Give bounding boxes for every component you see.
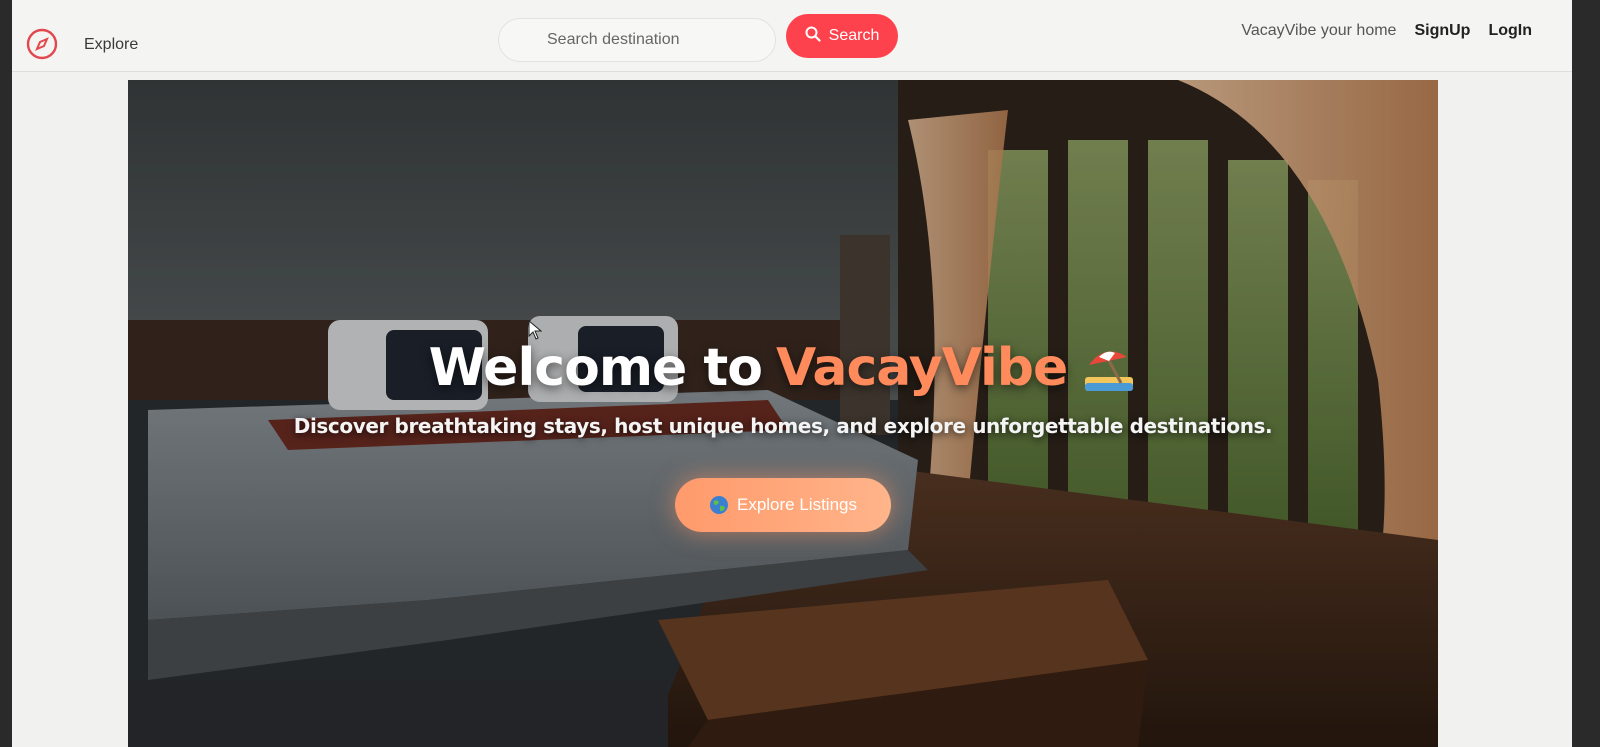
browser-viewport: Explore Search VacayVibe your home SignU… [12,0,1572,747]
mouse-cursor-icon [528,320,542,340]
hero-title-brand: VacayVibe [775,338,1068,398]
hero-content: Welcome to VacayVibe Discover breathtaki… [128,338,1438,532]
explore-listings-label: Explore Listings [736,495,857,514]
globe-icon [709,496,728,514]
beach-umbrella-icon [1085,351,1134,391]
search-icon [805,26,821,47]
hero-section: Welcome to VacayVibe Discover breathtaki… [128,80,1438,747]
nav-link-login[interactable]: LogIn [1488,22,1532,40]
nav-right-links: VacayVibe your home SignUp LogIn [1241,22,1532,40]
navbar: Explore Search VacayVibe your home SignU… [12,0,1572,72]
hero-subtitle: Discover breathtaking stays, host unique… [293,414,1273,438]
search-input[interactable] [498,18,776,62]
nav-link-host-home[interactable]: VacayVibe your home [1241,22,1396,40]
search-button[interactable]: Search [786,14,898,58]
explore-listings-button[interactable]: Explore Listings [674,478,891,532]
nav-link-signup[interactable]: SignUp [1414,22,1470,40]
hero-title: Welcome to VacayVibe [429,338,1138,398]
hero-title-prefix: Welcome to [428,338,763,398]
search-button-label: Search [828,27,880,44]
nav-link-explore[interactable]: Explore [84,36,138,54]
compass-icon[interactable] [26,28,58,60]
